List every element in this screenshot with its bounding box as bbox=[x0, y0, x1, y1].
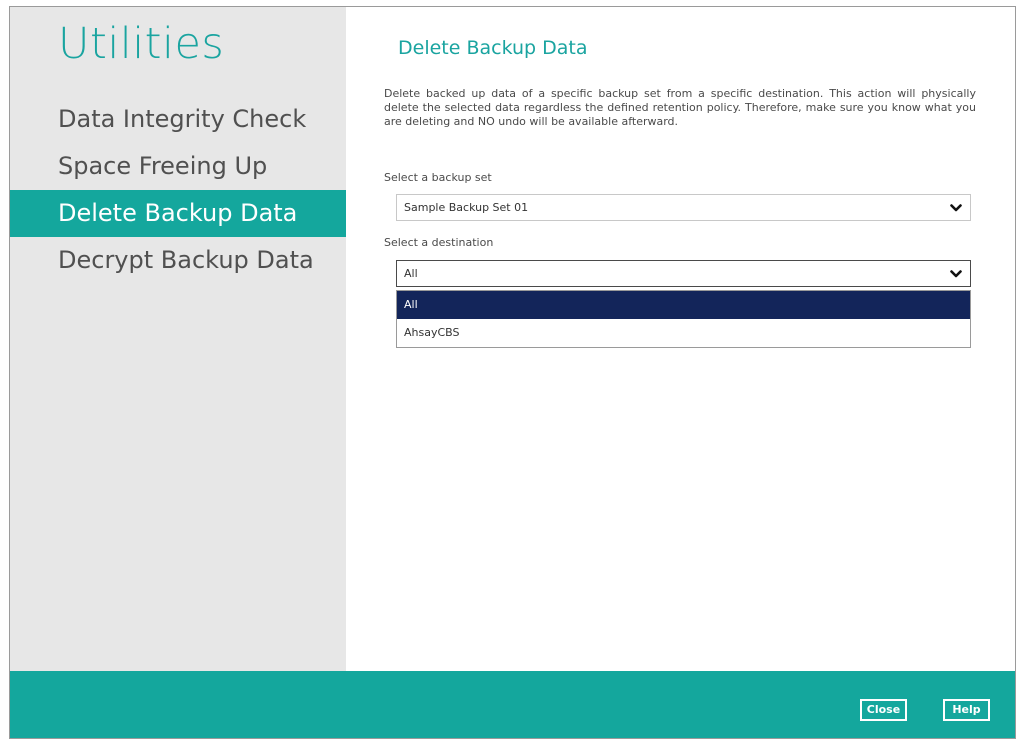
sidebar-title: Utilities bbox=[58, 19, 225, 69]
sidebar: Utilities Data Integrity Check Space Fre… bbox=[10, 7, 346, 671]
backup-set-select[interactable]: Sample Backup Set 01 bbox=[396, 194, 971, 221]
description-text: Delete backed up data of a specific back… bbox=[384, 87, 976, 128]
backup-set-value: Sample Backup Set 01 bbox=[404, 201, 529, 214]
sidebar-item-decrypt-backup-data[interactable]: Decrypt Backup Data bbox=[10, 237, 346, 284]
destination-value: All bbox=[404, 267, 418, 280]
sidebar-item-data-integrity-check[interactable]: Data Integrity Check bbox=[10, 96, 346, 143]
chevron-down-icon bbox=[950, 204, 962, 212]
destination-select[interactable]: All bbox=[396, 260, 971, 287]
destination-label: Select a destination bbox=[384, 236, 494, 249]
utilities-window: Utilities Data Integrity Check Space Fre… bbox=[9, 6, 1016, 739]
chevron-down-icon bbox=[950, 270, 962, 278]
sidebar-item-delete-backup-data[interactable]: Delete Backup Data bbox=[10, 190, 346, 237]
destination-dropdown-list: All AhsayCBS bbox=[396, 290, 971, 348]
sidebar-item-space-freeing-up[interactable]: Space Freeing Up bbox=[10, 143, 346, 190]
dropdown-option-ahsaycbs[interactable]: AhsayCBS bbox=[397, 319, 970, 347]
help-button[interactable]: Help bbox=[943, 699, 990, 721]
main-content: Delete Backup Data Delete backed up data… bbox=[346, 7, 1015, 671]
close-button[interactable]: Close bbox=[860, 699, 907, 721]
page-title: Delete Backup Data bbox=[398, 37, 588, 59]
backup-set-label: Select a backup set bbox=[384, 171, 492, 184]
footer-bar: Close Help bbox=[10, 671, 1015, 738]
dropdown-option-all[interactable]: All bbox=[397, 291, 970, 319]
